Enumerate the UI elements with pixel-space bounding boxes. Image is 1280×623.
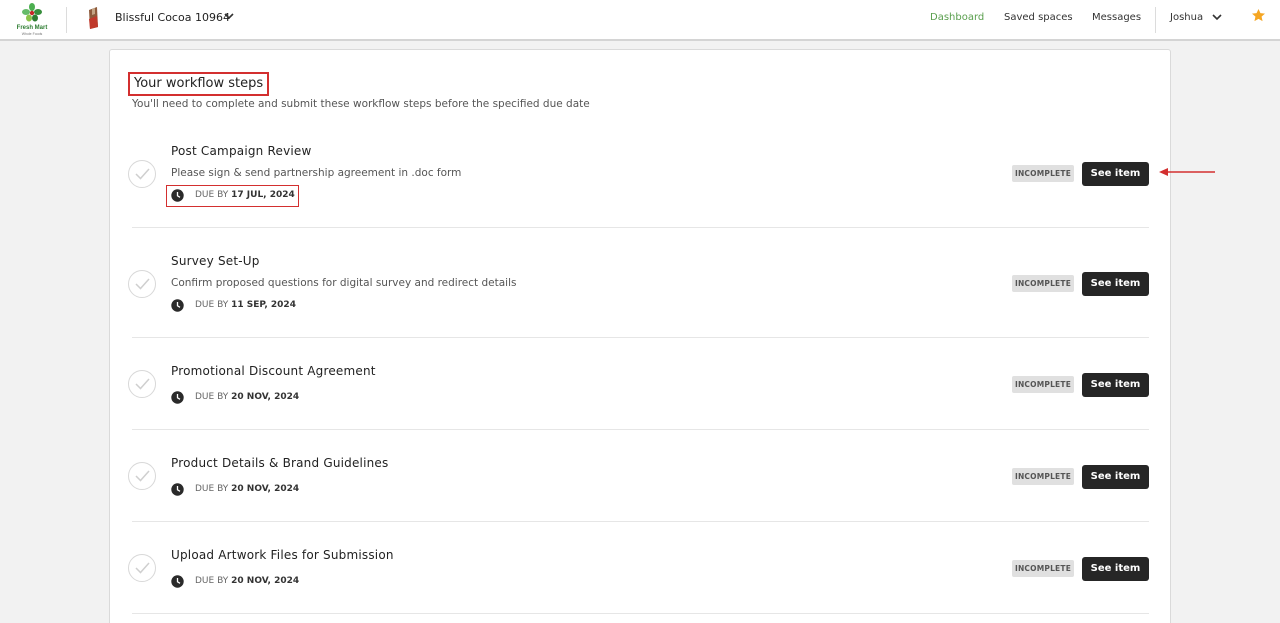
step-check-circle[interactable] [128,462,156,490]
due-date-text: DUE BY 20 NOV, 2024 [195,576,299,586]
step-description: Please sign & send partnership agreement… [171,167,462,179]
page-subtitle: You'll need to complete and submit these… [132,98,590,110]
step-title: Upload Artwork Files for Submission [171,548,394,562]
due-prefix: DUE BY [195,190,229,200]
checkmark-icon [135,470,150,482]
workflow-step: Product Details & Brand Guidelines DUE B… [128,430,1149,522]
logo-tagline: Whole Foods [21,32,43,36]
header-divider [66,7,67,33]
step-check-circle[interactable] [128,270,156,298]
workflow-step: Upload Artwork Files for Submission DUE … [128,522,1149,614]
due-date-value: 11 SEP, 2024 [231,300,296,310]
page-title: Your workflow steps [128,72,270,96]
status-badge: INCOMPLETE [1012,560,1074,577]
user-name: Joshua [1170,12,1204,23]
status-badge: INCOMPLETE [1012,376,1074,393]
workflow-step: Promotional Discount Agreement DUE BY 20… [128,338,1149,430]
workflow-card: Your workflow steps You'll need to compl… [109,49,1171,623]
nav-saved-spaces[interactable]: Saved spaces [1004,12,1073,23]
leaf-logo-icon [22,3,42,22]
step-description: Confirm proposed questions for digital s… [171,277,517,289]
checkmark-icon [135,278,150,290]
chevron-down-icon [1212,14,1222,21]
see-item-button[interactable]: See item [1082,373,1149,397]
see-item-button[interactable]: See item [1082,162,1149,186]
clock-icon [171,189,184,202]
due-date-text: DUE BY 11 SEP, 2024 [195,300,296,310]
step-check-circle[interactable] [128,554,156,582]
due-prefix: DUE BY [195,484,229,494]
due-date-text: DUE BY 17 JUL, 2024 [195,190,295,200]
logo-name: Fresh Mart [16,25,48,31]
checkmark-icon [135,168,150,180]
step-title: Survey Set-Up [171,254,260,268]
annotation-arrow-icon [1159,168,1215,176]
nav-dashboard[interactable]: Dashboard [930,12,984,23]
step-check-circle[interactable] [128,160,156,188]
chocolate-bar-icon [89,7,98,29]
status-badge: INCOMPLETE [1012,275,1074,292]
star-icon[interactable] [1251,8,1266,23]
status-badge: INCOMPLETE [1012,468,1074,485]
checkmark-icon [135,378,150,390]
nav-messages[interactable]: Messages [1092,12,1141,23]
workflow-step: Post Campaign Review Please sign & send … [128,130,1149,228]
due-date-text: DUE BY 20 NOV, 2024 [195,484,299,494]
due-prefix: DUE BY [195,392,229,402]
clock-icon [171,575,184,588]
see-item-button[interactable]: See item [1082,557,1149,581]
checkmark-icon [135,562,150,574]
due-date-value: 20 NOV, 2024 [231,484,300,494]
step-title: Promotional Discount Agreement [171,364,376,378]
clock-icon [171,391,184,404]
workflow-step: Survey Set-Up Confirm proposed questions… [128,228,1149,338]
see-item-button[interactable]: See item [1082,272,1149,296]
due-date-value: 17 JUL, 2024 [231,190,295,200]
step-title: Post Campaign Review [171,144,312,158]
see-item-button[interactable]: See item [1082,465,1149,489]
clock-icon [171,299,184,312]
clock-icon [171,483,184,496]
step-title: Product Details & Brand Guidelines [171,456,389,470]
chevron-down-icon [224,13,234,20]
top-navigation-bar: Fresh Mart Whole Foods Blissful Cocoa 10… [0,0,1280,41]
fresh-mart-logo[interactable]: Fresh Mart Whole Foods [14,3,50,36]
due-prefix: DUE BY [195,576,229,586]
status-badge: INCOMPLETE [1012,165,1074,182]
brand-name: Blissful Cocoa 10964 [115,11,230,24]
due-date-value: 20 NOV, 2024 [231,392,300,402]
header-divider [1155,7,1156,33]
step-check-circle[interactable] [128,370,156,398]
due-date-text: DUE BY 20 NOV, 2024 [195,392,299,402]
due-prefix: DUE BY [195,300,229,310]
due-date-value: 20 NOV, 2024 [231,576,300,586]
